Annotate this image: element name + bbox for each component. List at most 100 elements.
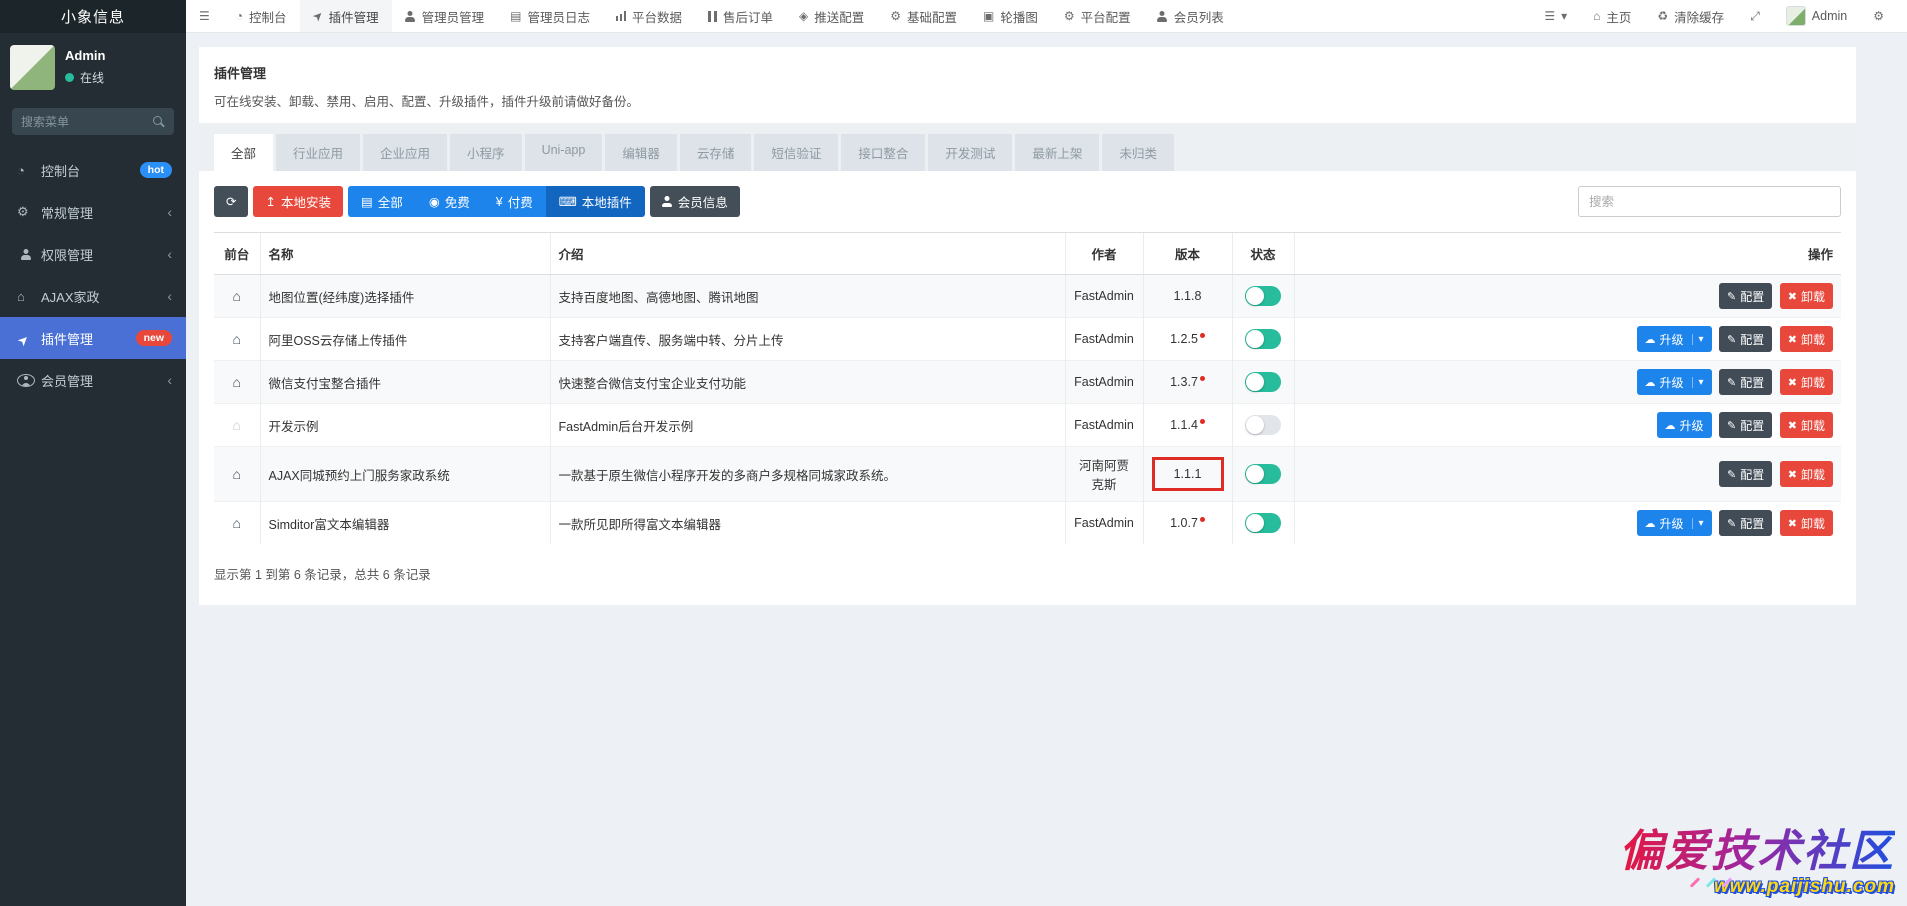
sidebar-item-ajax-housekeeping[interactable]: ⌂ AJAX家政 ‹ [0,275,186,317]
sidebar-item-plugins[interactable]: ➤ 插件管理 new [0,317,186,359]
home-link[interactable]: ⌂ 主页 [1580,0,1644,32]
tab-editor[interactable]: 编辑器 [605,134,677,171]
tab-cloud-storage[interactable]: 云存储 [679,134,752,171]
menu-search-input[interactable] [21,114,153,129]
uninstall-button[interactable]: ✖ 卸载 [1779,369,1833,395]
clear-cache-button[interactable]: ♻ 清除缓存 [1644,0,1737,32]
nav-item-member-list[interactable]: 会员列表 [1144,0,1237,32]
table-search-input[interactable] [1578,186,1841,217]
tab-dev-test[interactable]: 开发测试 [928,134,1013,171]
uninstall-button[interactable]: ✖ 卸载 [1779,326,1833,352]
plugin-manage-panel: 插件管理 可在线安装、卸载、禁用、启用、配置、升级插件，插件升级前请做好备份。 … [199,47,1856,605]
avatar [1785,6,1806,26]
nav-item-admins[interactable]: 管理员管理 [392,0,498,32]
sidebar-toggle-button[interactable]: ☰ [186,0,223,32]
enable-toggle[interactable] [1245,286,1281,306]
enable-toggle[interactable] [1245,513,1281,533]
caret-down-icon: ▾ [1691,376,1704,388]
table-header-row: 前台 名称 介绍 作者 版本 状态 操作 [214,232,1841,275]
enable-toggle[interactable] [1245,372,1281,392]
config-button[interactable]: ✎ 配置 [1719,369,1773,395]
filter-paid[interactable]: ¥ 付费 [482,186,546,217]
nav-item-carousel[interactable]: ▣ 轮播图 [970,0,1051,32]
sidebar-item-dashboard[interactable]: ◔ 控制台 hot [0,149,186,191]
config-button[interactable]: ✎ 配置 [1719,461,1773,487]
tab-sms[interactable]: 短信验证 [754,134,839,171]
user-menu[interactable]: Admin [1773,0,1860,32]
plugin-name: Simditor富文本编辑器 [259,501,550,544]
local-install-button[interactable]: ↥ 本地安装 [253,186,343,217]
enable-toggle[interactable] [1245,464,1281,484]
upgrade-dropdown-button[interactable]: ☁ 升级 ▾ [1636,510,1712,536]
nav-item-plugins[interactable]: ➤ 插件管理 [299,0,392,32]
nav-item-base-config[interactable]: ⚙ 基础配置 [877,0,970,32]
upgrade-dropdown-button[interactable]: ☁ 升级 ▾ [1636,369,1712,395]
tab-miniprogram[interactable]: 小程序 [450,134,522,171]
uninstall-button[interactable]: ✖ 卸载 [1779,412,1833,438]
uninstall-button[interactable]: ✖ 卸载 [1779,510,1833,536]
config-button[interactable]: ✎ 配置 [1719,412,1773,438]
chevron-left-icon: ‹ [167,288,172,304]
version-highlight-box: 1.1.1 [1151,457,1224,491]
cloud-icon: ☁ [1644,517,1656,530]
front-home-icon: ⌂ [232,515,241,531]
upgrade-button[interactable]: ☁ 升级 [1656,412,1712,438]
plugin-intro: 一款基于原生微信小程序开发的多商户多规格同城家政系统。 [549,446,1065,502]
settings-button[interactable]: ⚙ [1860,0,1897,32]
update-dot [1199,419,1205,424]
filter-free[interactable]: ◉ 免费 [415,186,483,217]
caret-down-icon: ▾ [1561,9,1568,23]
tab-industry[interactable]: 行业应用 [276,134,361,171]
table-row: ⌂ AJAX同城预约上门服务家政系统 一款基于原生微信小程序开发的多商户多规格同… [214,446,1841,502]
tab-newest[interactable]: 最新上架 [1015,134,1100,171]
table-row: ⌂ Simditor富文本编辑器 一款所见即所得富文本编辑器 FastAdmin… [214,501,1841,544]
plugin-name: 开发示例 [259,403,550,447]
sidebar-search [12,108,174,135]
tab-all[interactable]: 全部 [214,134,274,171]
uninstall-button[interactable]: ✖ 卸载 [1779,283,1833,309]
nav-item-platform-config[interactable]: ⚙ 平台配置 [1051,0,1144,32]
tab-enterprise[interactable]: 企业应用 [363,134,448,171]
config-button[interactable]: ✎ 配置 [1719,283,1773,309]
caret-down-icon: ▾ [1691,333,1704,345]
nav-item-after-sale-orders[interactable]: 售后订单 [695,0,786,32]
cloud-icon: ☁ [1644,376,1656,389]
sidebar-item-general[interactable]: ⚙ 常规管理 ‹ [0,191,186,233]
front-home-icon: ⌂ [232,288,241,304]
nav-item-admin-logs[interactable]: ▤ 管理员日志 [497,0,603,32]
tab-uniapp[interactable]: Uni-app [524,134,603,171]
upgrade-dropdown-button[interactable]: ☁ 升级 ▾ [1636,326,1712,352]
more-menus-dropdown[interactable]: ☰ ▾ [1531,0,1580,32]
refresh-button[interactable]: ⟳ [214,186,249,217]
x-icon: ✖ [1787,290,1797,303]
nav-item-platform-data[interactable]: 平台数据 [603,0,695,32]
sidebar-item-members[interactable]: 会员管理 ‹ [0,359,186,401]
x-icon: ✖ [1787,419,1797,432]
pencil-icon: ✎ [1727,333,1737,346]
filter-all[interactable]: ▤ 全部 [347,186,416,217]
nav-item-dashboard[interactable]: ◔ 控制台 [223,0,300,32]
filter-local-plugins[interactable]: ⌨ 本地插件 [545,186,645,217]
plugin-intro: 支持客户端直传、服务端中转、分片上传 [549,317,1065,361]
fullscreen-button[interactable]: ⤢ [1737,0,1773,32]
config-button[interactable]: ✎ 配置 [1719,326,1773,352]
tab-api[interactable]: 接口整合 [841,134,926,171]
sidebar-item-auth[interactable]: 权限管理 ‹ [0,233,186,275]
front-home-icon-disabled: ⌂ [232,417,241,433]
member-info-button[interactable]: 会员信息 [649,186,740,217]
enable-toggle[interactable] [1245,415,1281,435]
brand-logo[interactable]: 小象信息 [0,0,186,33]
gears-icon: ⚙ [1063,9,1075,23]
config-button[interactable]: ✎ 配置 [1719,510,1773,536]
col-name: 名称 [259,232,550,275]
refresh-icon: ⟳ [226,195,237,209]
coin-icon: ◉ [428,195,440,209]
uninstall-button[interactable]: ✖ 卸载 [1779,461,1833,487]
nav-item-push-config[interactable]: ◈ 推送配置 [786,0,877,32]
plugin-version: 1.1.8 [1142,274,1232,318]
enable-toggle[interactable] [1245,329,1281,349]
plugin-author: 河南阿贾克斯 [1064,446,1143,502]
tab-uncategorized[interactable]: 未归类 [1102,134,1174,171]
plugin-author: FastAdmin [1064,317,1143,361]
plugin-name: AJAX同城预约上门服务家政系统 [259,446,550,502]
